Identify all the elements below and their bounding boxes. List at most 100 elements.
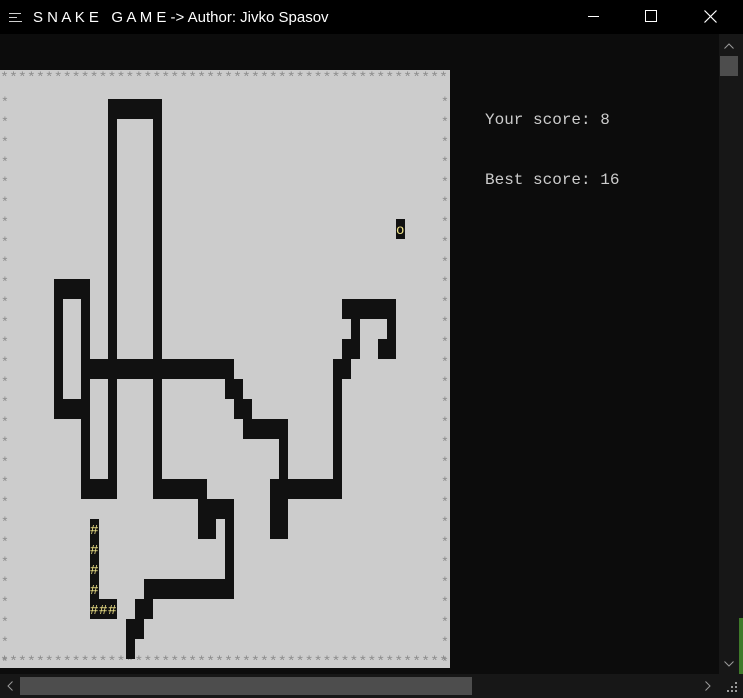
minimize-button[interactable]: [565, 0, 623, 32]
wall-block: [333, 399, 342, 419]
wall-block: [171, 479, 180, 499]
board-left-border: *: [1, 555, 9, 570]
horizontal-scrollbar[interactable]: [0, 674, 719, 698]
board-right-border: *: [441, 375, 449, 390]
wall-block: [342, 299, 351, 319]
wall-block: [225, 519, 234, 539]
board-left-border: *: [1, 475, 9, 490]
board-left-border: *: [1, 515, 9, 530]
wall-block: [153, 459, 162, 479]
wall-block: [81, 479, 90, 499]
board-right-border: *: [441, 555, 449, 570]
wall-block: [81, 319, 90, 339]
best-score: Best score: 16: [485, 171, 620, 189]
board-left-border: *: [1, 195, 9, 210]
game-board: * * * * * * * * * * * * * * * * * * * * * * * * * * * * * * * * * * * * * * * *…: [0, 70, 450, 668]
wall-block: [108, 319, 117, 339]
wall-block: [153, 219, 162, 239]
wall-block: [198, 479, 207, 499]
wall-block: [144, 599, 153, 619]
board-right-border: *: [441, 135, 449, 150]
vertical-scroll-thumb[interactable]: [720, 56, 738, 76]
wall-block: [288, 479, 297, 499]
snake-segment: #: [90, 583, 98, 599]
vertical-scrollbar[interactable]: [719, 34, 743, 674]
board-left-border: *: [1, 115, 9, 130]
maximize-button[interactable]: [622, 0, 680, 32]
board-right-border: *: [441, 295, 449, 310]
console-area: * * * * * * * * * * * * * * * * * * * * * * * * * * * * * * * * * * * * * * * *…: [0, 34, 719, 674]
scroll-down-button[interactable]: [719, 654, 739, 674]
wall-block: [153, 139, 162, 159]
wall-block: [216, 499, 225, 519]
wall-block: [225, 499, 234, 519]
wall-block: [342, 359, 351, 379]
wall-block: [81, 439, 90, 459]
board-left-border: *: [1, 375, 9, 390]
board-left-border: *: [1, 395, 9, 410]
wall-block: [351, 339, 360, 359]
board-left-border: *: [1, 435, 9, 450]
horizontal-scroll-thumb[interactable]: [20, 677, 472, 695]
scroll-left-button[interactable]: [0, 676, 20, 696]
board-right-border: *: [441, 535, 449, 550]
board-left-border: *: [1, 175, 9, 190]
wall-block: [225, 539, 234, 559]
wall-block: [153, 159, 162, 179]
board-left-border: *: [1, 255, 9, 270]
wall-block: [261, 419, 270, 439]
board-right-border: *: [441, 335, 449, 350]
console-window: S N A K E G A M E -> Author: Jivko Spaso…: [0, 0, 743, 698]
wall-block: [153, 279, 162, 299]
scroll-right-button[interactable]: [698, 676, 718, 696]
wall-block: [54, 319, 63, 339]
wall-block: [108, 439, 117, 459]
wall-block: [99, 359, 108, 379]
snake-segment: #: [90, 523, 98, 539]
wall-block: [81, 459, 90, 479]
scroll-up-button[interactable]: [719, 36, 739, 56]
wall-block: [153, 379, 162, 399]
board-right-border: *: [441, 495, 449, 510]
board-right-border: *: [441, 275, 449, 290]
game-board-canvas: * * * * * * * * * * * * * * * * * * * * * * * * * * * * * * * * * * * * * * * *…: [0, 70, 449, 668]
board-right-border: *: [441, 215, 449, 230]
board-left-border: *: [1, 95, 9, 110]
close-icon: [703, 9, 717, 23]
board-right-border: *: [441, 395, 449, 410]
wall-block: [387, 319, 396, 339]
close-button[interactable]: [681, 0, 739, 32]
wall-block: [144, 359, 153, 379]
wall-block: [279, 499, 288, 519]
snake-segment: #: [99, 603, 107, 619]
wall-block: [234, 399, 243, 419]
board-left-border: *: [1, 615, 9, 630]
wall-block: [126, 359, 135, 379]
wall-block: [207, 579, 216, 599]
food: o: [396, 223, 404, 239]
wall-block: [333, 439, 342, 459]
wall-block: [153, 399, 162, 419]
board-right-border: *: [441, 515, 449, 530]
wall-block: [351, 319, 360, 339]
wall-block: [99, 479, 108, 499]
board-right-border: *: [441, 435, 449, 450]
wall-block: [369, 299, 378, 319]
wall-block: [108, 359, 117, 379]
wall-block: [189, 479, 198, 499]
board-right-border: *: [441, 355, 449, 370]
wall-block: [198, 579, 207, 599]
window-title: S N A K E G A M E -> Author: Jivko Spaso…: [33, 8, 329, 26]
wall-block: [180, 359, 189, 379]
wall-block: [108, 179, 117, 199]
board-right-border: *: [441, 635, 449, 650]
snake-segment: #: [90, 563, 98, 579]
wall-block: [108, 299, 117, 319]
wall-block: [342, 339, 351, 359]
wall-block: [162, 579, 171, 599]
wall-block: [189, 579, 198, 599]
wall-block: [198, 359, 207, 379]
wall-block: [252, 419, 261, 439]
wall-block: [153, 359, 162, 379]
resize-grip[interactable]: [719, 674, 743, 698]
